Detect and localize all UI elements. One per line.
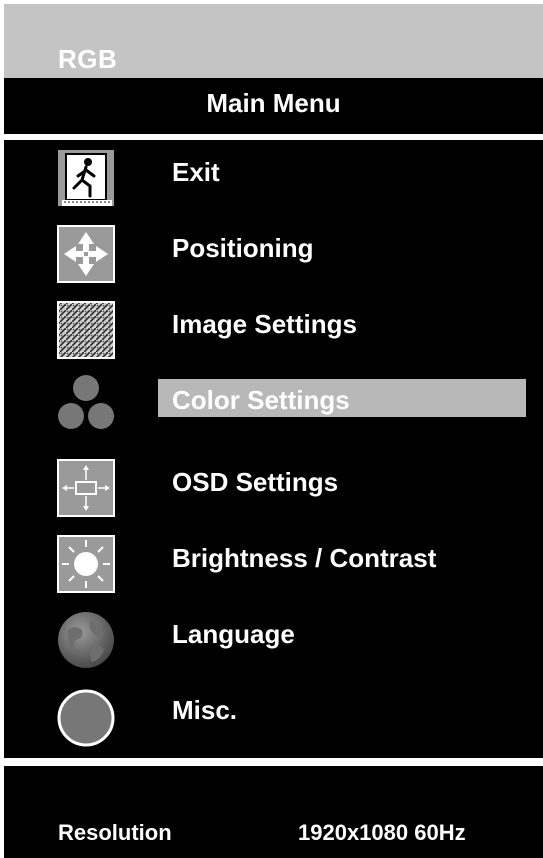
menu-item-misc[interactable]: Misc. [4,678,543,754]
color-circles-icon [58,375,114,429]
menu-title: Main Menu [206,88,341,118]
menu-item-label: Brightness / Contrast [172,543,437,573]
menu-item-label: OSD Settings [172,467,339,497]
misc-circle-icon [57,689,115,747]
input-source-label: RGB [58,44,118,74]
menu-item-brightness-contrast[interactable]: Brightness / Contrast [4,526,543,602]
sun-icon [57,535,115,593]
menu-item-label: Color Settings [172,385,350,415]
menu-item-color-settings[interactable]: Color Settings [4,140,543,452]
input-source-bar: RGB [4,4,543,78]
menu-item-language[interactable]: Language [4,602,543,678]
osd-position-icon [57,459,115,517]
menu-item-label: Misc. [172,695,238,725]
osd-window: RGB Main Menu Exit Positioning Image Set… [0,0,543,858]
menu-item-label: Language [172,619,295,649]
osd-header: RGB Main Menu [4,4,543,134]
resolution-value: 1920x1080 60Hz [298,820,466,845]
menu-item-osd-settings[interactable]: OSD Settings [4,450,543,526]
resolution-label: Resolution [58,820,172,845]
main-menu-list: Exit Positioning Image Settings Color Se… [4,140,543,758]
globe-icon [58,612,114,668]
osd-footer: Resolution 1920x1080 60Hz [4,766,543,858]
